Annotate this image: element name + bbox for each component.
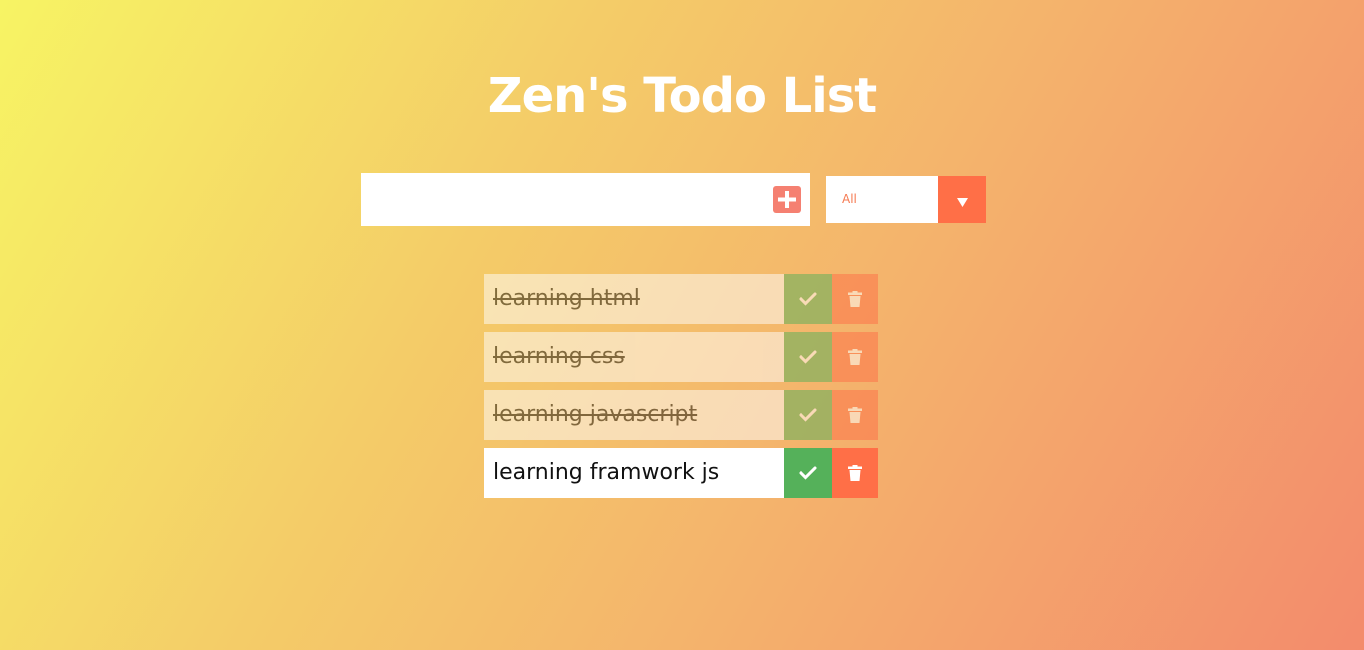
todo-item: learning framwork js [484, 448, 878, 498]
complete-button[interactable] [784, 390, 832, 440]
todo-text: learning javascript [484, 390, 784, 440]
check-icon [799, 292, 817, 306]
plus-square-icon [778, 191, 796, 208]
trash-icon [848, 407, 862, 423]
todo-form [361, 173, 810, 226]
caret-down-icon [957, 198, 968, 207]
todo-item: learning html [484, 274, 878, 324]
check-icon [799, 466, 817, 480]
delete-button[interactable] [832, 332, 878, 382]
delete-button[interactable] [832, 448, 878, 498]
todo-text: learning css [484, 332, 784, 382]
page-title: Zen's Todo List [487, 68, 877, 125]
trash-icon [848, 349, 862, 365]
trash-icon [848, 465, 862, 481]
todo-input[interactable] [361, 173, 761, 226]
todo-item: learning css [484, 332, 878, 382]
delete-button[interactable] [832, 390, 878, 440]
add-todo-button[interactable] [773, 186, 801, 213]
check-icon [799, 408, 817, 422]
complete-button[interactable] [784, 448, 832, 498]
todo-list: learning html learning css learning java… [484, 274, 878, 506]
trash-icon [848, 291, 862, 307]
filter-dropdown-button[interactable] [938, 176, 986, 223]
complete-button[interactable] [784, 274, 832, 324]
complete-button[interactable] [784, 332, 832, 382]
todo-text: learning html [484, 274, 784, 324]
check-icon [799, 350, 817, 364]
todo-text: learning framwork js [484, 448, 784, 498]
delete-button[interactable] [832, 274, 878, 324]
filter-selected-value: All [842, 192, 857, 206]
filter-select[interactable]: All [826, 176, 986, 223]
todo-item: learning javascript [484, 390, 878, 440]
